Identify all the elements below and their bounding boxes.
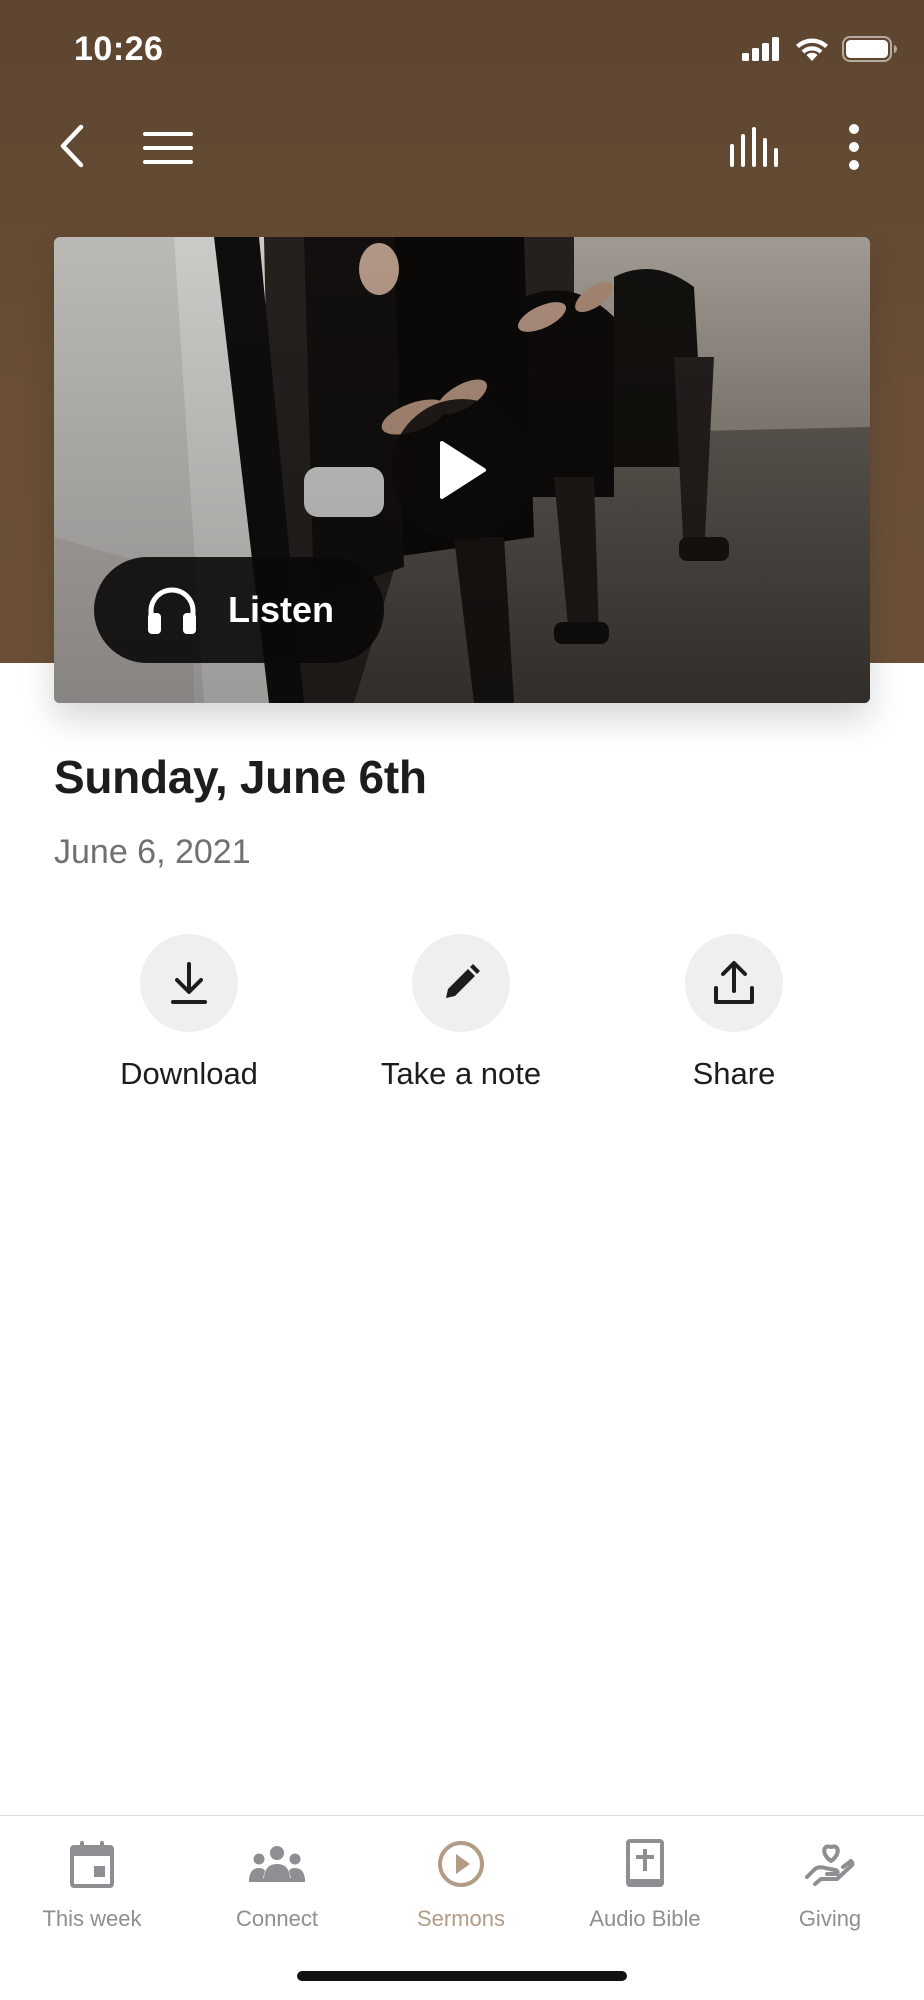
take-note-circle [412, 934, 510, 1032]
pencil-icon [446, 964, 480, 998]
status-time: 10:26 [74, 30, 164, 68]
share-upload-icon [714, 961, 754, 1004]
chevron-left-icon [60, 124, 84, 168]
calendar-icon [70, 1836, 114, 1892]
tab-label-connect: Connect [236, 1906, 318, 1931]
play-circle-icon [436, 1836, 486, 1892]
hamburger-menu-icon [143, 132, 193, 164]
download-circle [140, 934, 238, 1032]
download-button[interactable]: Download [79, 934, 299, 1092]
play-button[interactable] [391, 399, 533, 541]
download-label: Download [120, 1056, 258, 1091]
people-group-icon [248, 1836, 306, 1892]
take-note-label: Take a note [380, 1056, 542, 1091]
status-bar: 10:26 [0, 0, 924, 100]
audio-player-button[interactable] [722, 116, 788, 178]
take-note-button[interactable]: Take a note [351, 934, 571, 1092]
tab-label-audio-bible: Audio Bible [589, 1906, 701, 1931]
heart-hand-icon [805, 1836, 855, 1892]
tab-connect[interactable]: Connect [185, 1836, 369, 1932]
listen-label: Listen [228, 589, 335, 630]
equalizer-bars-icon [730, 127, 778, 167]
share-button[interactable]: Share [624, 934, 844, 1092]
play-icon [440, 441, 486, 499]
tab-audio-bible[interactable]: Audio Bible [553, 1836, 737, 1932]
sermon-title: Sunday, June 6th [54, 751, 427, 803]
sermon-date: June 6, 2021 [54, 833, 251, 871]
wifi-icon [796, 38, 828, 61]
bible-icon [625, 1836, 665, 1892]
sermon-media-card[interactable]: Listen [54, 237, 870, 703]
tab-label-giving: Giving [798, 1906, 862, 1931]
status-icons [742, 36, 898, 62]
tab-sermons[interactable]: Sermons [369, 1836, 553, 1932]
cellular-signal-icon [742, 37, 779, 61]
tab-giving[interactable]: Giving [738, 1836, 922, 1932]
share-label: Share [692, 1056, 776, 1091]
home-indicator [297, 1971, 627, 1981]
tab-label-sermons: Sermons [416, 1906, 506, 1931]
headphones-icon [148, 587, 196, 634]
share-circle [685, 934, 783, 1032]
more-options-button[interactable] [830, 116, 878, 178]
battery-icon [842, 36, 897, 62]
download-icon [171, 962, 207, 1004]
tab-label-this-week: This week [42, 1906, 142, 1931]
back-button[interactable] [44, 116, 100, 176]
vertical-ellipsis-icon [849, 124, 859, 170]
listen-button[interactable]: Listen [94, 557, 384, 663]
menu-button[interactable] [136, 120, 200, 176]
tab-this-week[interactable]: This week [0, 1836, 184, 1932]
